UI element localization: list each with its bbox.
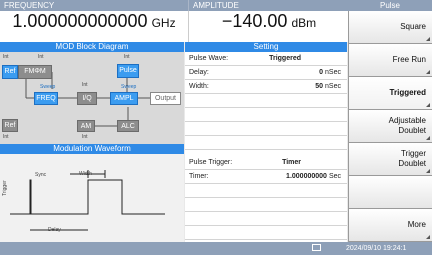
int-label-4: Int (82, 82, 88, 88)
empty-row (185, 94, 347, 108)
free-run-label: Free Run (392, 55, 426, 64)
sync-label: Sync (35, 172, 47, 178)
ref-block[interactable]: Ref (2, 65, 18, 79)
menu-title: Pulse (379, 1, 400, 10)
empty-row (185, 184, 347, 198)
pulse-wave-row[interactable]: Pulse Wave: Triggered (185, 52, 347, 66)
timer-value: 1.000000000 (286, 173, 327, 180)
waveform-graphic (10, 170, 165, 231)
frequency-label: FREQUENCY (4, 1, 55, 10)
waveform-title: Modulation Waveform (0, 144, 184, 154)
alc-block[interactable]: ALC (117, 120, 139, 132)
timer-row[interactable]: Timer: 1.000000000 Sec (185, 170, 347, 184)
waveform-panel: Sync Width Trigger Delay (0, 154, 184, 242)
width-row[interactable]: Width: 50 nSec (185, 80, 347, 94)
amplitude-unit: dBm (291, 16, 317, 30)
empty-row (185, 136, 347, 150)
free-run-softkey[interactable]: Free Run (348, 44, 432, 77)
int-label-6: Int (82, 134, 88, 140)
int-label-3: Int (124, 54, 130, 60)
freq-block[interactable]: FREQ (34, 92, 58, 105)
width-label: Width (79, 171, 92, 177)
int-label-2: Int (38, 54, 44, 60)
adjustable-doublet-softkey[interactable]: Adjustable Doublet (348, 110, 432, 143)
empty-row (185, 226, 347, 240)
delay-label: Delay (48, 227, 61, 233)
am-block[interactable]: AM (77, 120, 95, 132)
corner-arrow-icon (426, 169, 430, 173)
status-datetime: 2024/09/10 19:24:1 (346, 245, 407, 252)
amplitude-label: AMPLITUDE (193, 1, 239, 10)
triggered-label: Triggered (389, 88, 426, 97)
sweep-label-2: Sweep (121, 84, 137, 90)
corner-arrow-icon (426, 70, 430, 74)
corner-arrow-icon (426, 103, 430, 107)
more-label: More (407, 220, 426, 229)
frequency-header: FREQUENCY (0, 0, 188, 11)
int-label-5: Int (3, 134, 9, 140)
setting-title: Setting (185, 42, 347, 52)
mod-block-diagram: Ref FMΦM Pulse FREQ I/Q AMPL Output Ref … (0, 52, 184, 144)
adjustable-label: Adjustable (388, 116, 426, 125)
amplitude-value: −140.00 (221, 11, 288, 31)
remote-indicator-icon (312, 244, 321, 251)
timer-unit: Sec (328, 173, 341, 180)
trigger-doublet-label: Doublet (398, 159, 426, 168)
pulse-block[interactable]: Pulse (117, 64, 139, 78)
pulse-trigger-row[interactable]: Pulse Trigger: Timer (185, 156, 347, 170)
width-label-field: Width: (189, 83, 209, 90)
ref2-block[interactable]: Ref (2, 119, 18, 132)
ampl-block[interactable]: AMPL (110, 92, 138, 105)
corner-arrow-icon (426, 37, 430, 41)
frequency-value: 1.000000000000 (12, 11, 148, 31)
delay-unit: nSec (325, 69, 341, 76)
pulse-trigger-value: Timer (282, 159, 301, 166)
frequency-readout[interactable]: 1.000000000000 GHz (0, 11, 188, 42)
amplitude-readout[interactable]: −140.00 dBm (188, 11, 349, 42)
delay-value: 0 (319, 69, 324, 76)
iq-block[interactable]: I/Q (77, 92, 97, 105)
square-label: Square (400, 22, 426, 31)
trigger-label-key: Trigger (400, 149, 426, 158)
width-value: 50 (315, 83, 324, 90)
square-softkey[interactable]: Square (348, 11, 432, 44)
setting-panel: Pulse Wave: Triggered Delay: 0 nSec Width… (185, 52, 347, 242)
trigger-label: Trigger (2, 180, 8, 196)
int-label-1: Int (3, 54, 9, 60)
empty-row (185, 108, 347, 122)
more-softkey[interactable]: More (348, 209, 432, 242)
menu-header: Pulse (348, 0, 432, 11)
timer-label: Timer: (189, 173, 209, 180)
width-unit: nSec (325, 83, 341, 90)
triggered-softkey[interactable]: Triggered (348, 77, 432, 110)
fm-phim-block[interactable]: FMΦM (18, 65, 52, 79)
trigger-doublet-softkey[interactable]: Trigger Doublet (348, 143, 432, 176)
corner-arrow-icon (426, 235, 430, 239)
frequency-unit: GHz (151, 16, 176, 30)
output-block[interactable]: Output (150, 92, 181, 105)
mod-diagram-title: MOD Block Diagram (0, 42, 184, 52)
adjustable-doublet-label: Doublet (398, 126, 426, 135)
empty-row (185, 122, 347, 136)
sweep-label-1: Sweep (40, 84, 56, 90)
empty-row (185, 198, 347, 212)
pulse-wave-value: Triggered (269, 55, 301, 62)
status-bar: 2024/09/10 19:24:1 (0, 242, 432, 255)
pulse-wave-label: Pulse Wave: (189, 55, 229, 62)
corner-arrow-icon (426, 136, 430, 140)
amplitude-header: AMPLITUDE (188, 0, 348, 11)
pulse-trigger-label: Pulse Trigger: (189, 159, 233, 166)
empty-row (185, 212, 347, 226)
delay-row[interactable]: Delay: 0 nSec (185, 66, 347, 80)
blank-softkey[interactable] (348, 176, 432, 209)
delay-label-field: Delay: (189, 69, 209, 76)
